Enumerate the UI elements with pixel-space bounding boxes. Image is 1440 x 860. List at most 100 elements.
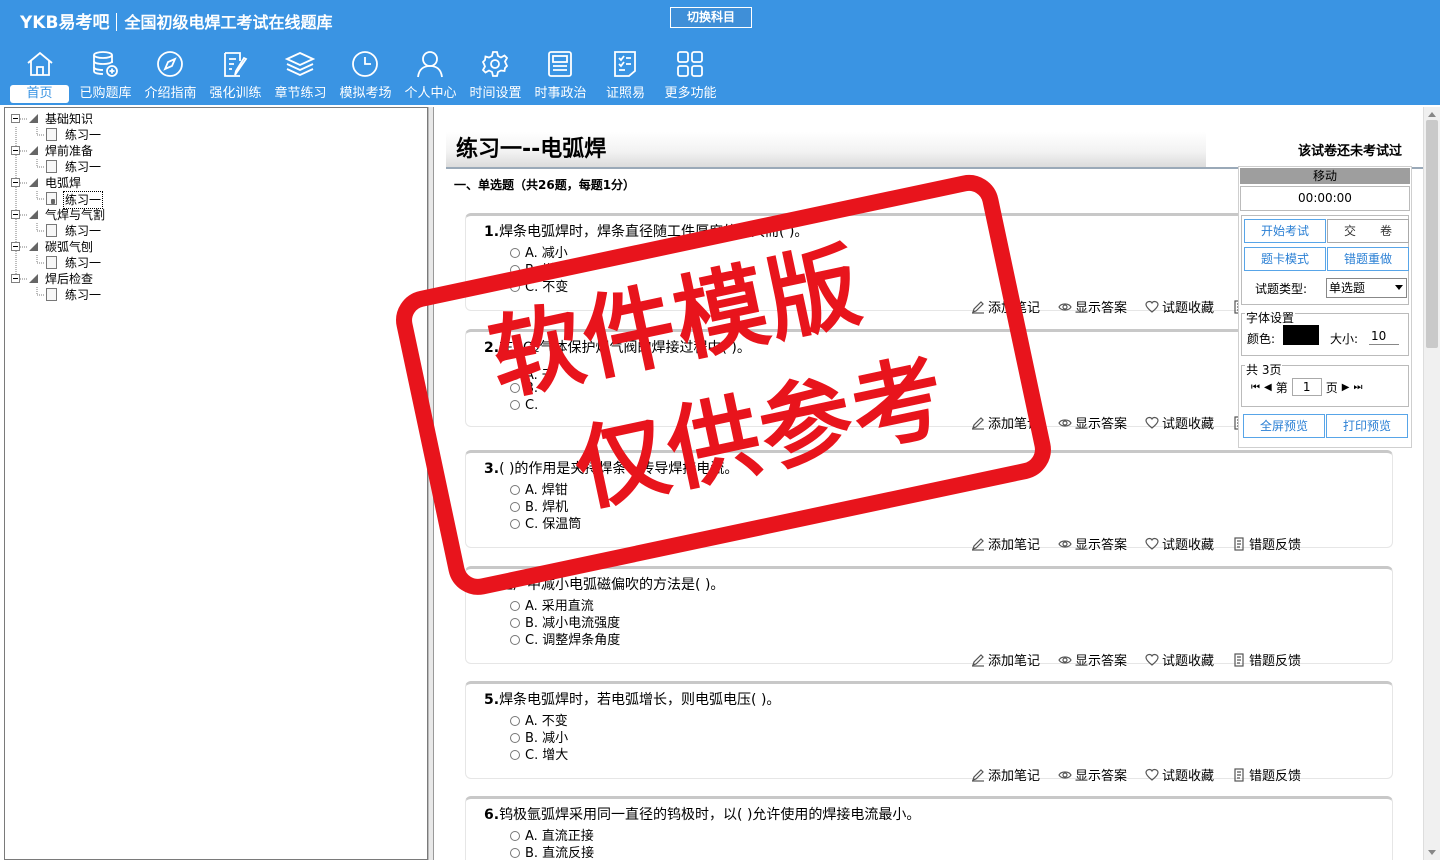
radio-button[interactable] bbox=[510, 519, 520, 529]
radio-button[interactable] bbox=[510, 601, 520, 611]
nav-chapter-practice[interactable]: 章节练习 bbox=[268, 46, 333, 102]
radio-button[interactable] bbox=[510, 716, 520, 726]
option-c[interactable]: C. 不变 bbox=[510, 276, 568, 295]
nav-guide[interactable]: 介绍指南 bbox=[138, 46, 203, 102]
tree-leaf[interactable]: 练习一 bbox=[5, 255, 125, 271]
radio-button[interactable] bbox=[510, 485, 520, 495]
redo-wrong-button[interactable]: 错题重做 bbox=[1327, 247, 1409, 271]
tree-node-gas-welding[interactable]: 气焊与气割 bbox=[5, 207, 125, 223]
favorite-button[interactable]: 试题收藏 bbox=[1145, 534, 1214, 553]
switch-subject-button[interactable]: 切换科目 bbox=[670, 7, 752, 28]
tree-node-post-inspection[interactable]: 焊后检查 bbox=[5, 271, 125, 287]
font-color-swatch[interactable] bbox=[1283, 325, 1319, 345]
option-b[interactable]: B. 直流反接 bbox=[510, 842, 594, 860]
nav-mock-exam[interactable]: 模拟考场 bbox=[333, 46, 398, 102]
nav-more[interactable]: 更多功能 bbox=[658, 46, 723, 102]
radio-button[interactable] bbox=[510, 265, 520, 275]
fullscreen-preview-button[interactable]: 全屏预览 bbox=[1243, 414, 1325, 438]
add-note-button[interactable]: 添加笔记 bbox=[971, 650, 1040, 669]
nav-license[interactable]: 证照易 bbox=[593, 46, 658, 102]
tree-leaf[interactable]: 练习一 bbox=[5, 223, 125, 239]
expand-icon[interactable] bbox=[11, 114, 20, 123]
radio-button[interactable] bbox=[510, 383, 520, 393]
show-answer-button[interactable]: 显示答案 bbox=[1058, 413, 1127, 432]
prev-page-icon[interactable]: ◀ bbox=[1264, 382, 1272, 393]
radio-button[interactable] bbox=[510, 733, 520, 743]
nav-purchased-banks[interactable]: 已购题库 bbox=[73, 46, 138, 102]
expand-icon[interactable] bbox=[11, 146, 20, 155]
scroll-up-icon[interactable] bbox=[1428, 112, 1436, 117]
add-note-button[interactable]: 添加笔记 bbox=[971, 534, 1040, 553]
option-c[interactable]: C. 保温筒 bbox=[510, 513, 581, 532]
option-text: 干 bbox=[541, 368, 555, 383]
add-note-button[interactable]: 添加笔记 bbox=[971, 413, 1040, 432]
favorite-button[interactable]: 试题收藏 bbox=[1145, 650, 1214, 669]
tree-leaf-label: 练习一 bbox=[65, 288, 102, 302]
radio-button[interactable] bbox=[510, 370, 520, 380]
nav-time-settings[interactable]: 时间设置 bbox=[463, 46, 528, 102]
radio-button[interactable] bbox=[510, 400, 520, 410]
edit-icon bbox=[224, 52, 248, 77]
exam-control-panel: 移动 00:00:00 开始考试 交 卷 题卡模式 错题重做 试题类型: 单选题… bbox=[1238, 166, 1412, 448]
feedback-button[interactable]: 错题反馈 bbox=[1232, 534, 1301, 553]
feedback-button[interactable]: 错题反馈 bbox=[1232, 650, 1301, 669]
tree-node-arc-welding[interactable]: 电弧焊 bbox=[5, 175, 125, 191]
option-b[interactable]: B. bbox=[510, 381, 542, 396]
print-preview-button[interactable]: 打印预览 bbox=[1326, 414, 1408, 438]
tree-leaf[interactable]: 练习一 bbox=[5, 287, 125, 303]
nav-current-affairs[interactable]: 时事政治 bbox=[528, 46, 593, 102]
show-answer-button[interactable]: 显示答案 bbox=[1058, 765, 1127, 784]
tree-leaf[interactable]: 练习一 bbox=[5, 127, 125, 143]
tree-leaf-selected[interactable]: 练习一 bbox=[5, 191, 125, 209]
add-note-button[interactable]: 添加笔记 bbox=[971, 765, 1040, 784]
question-type-select[interactable]: 单选题 bbox=[1326, 278, 1407, 298]
add-note-button[interactable]: 添加笔记 bbox=[971, 297, 1040, 316]
radio-button[interactable] bbox=[510, 248, 520, 258]
radio-button[interactable] bbox=[510, 831, 520, 841]
nav-home[interactable]: 首页 bbox=[8, 46, 73, 103]
option-c[interactable]: C. 增大 bbox=[510, 744, 568, 763]
tree-node-label: 基础知识 bbox=[45, 112, 94, 126]
expand-icon[interactable] bbox=[11, 210, 20, 219]
last-page-icon[interactable]: ⏭ bbox=[1353, 382, 1362, 393]
tree-node-carbon-arc[interactable]: 碳弧气刨 bbox=[5, 239, 125, 255]
font-size-input[interactable] bbox=[1369, 327, 1399, 345]
favorite-button[interactable]: 试题收藏 bbox=[1145, 297, 1214, 316]
question-number: 3. bbox=[484, 461, 500, 477]
expand-icon[interactable] bbox=[11, 242, 20, 251]
option-c[interactable]: C. 调整焊条角度 bbox=[510, 629, 620, 648]
nav-intensive-training[interactable]: 强化训练 bbox=[203, 46, 268, 102]
radio-button[interactable] bbox=[510, 848, 520, 858]
expand-icon[interactable] bbox=[11, 178, 20, 187]
scroll-thumb[interactable] bbox=[1426, 120, 1438, 348]
page-number-input[interactable] bbox=[1291, 378, 1322, 396]
radio-button[interactable] bbox=[510, 750, 520, 760]
expand-icon[interactable] bbox=[11, 274, 20, 283]
chapter-tree: 基础知识 练习一 焊前准备 练习一 电弧焊 练习一 气焊与气割 练习一 碳弧气刨 bbox=[4, 107, 428, 860]
start-exam-button[interactable]: 开始考试 bbox=[1244, 219, 1326, 243]
nav-label: 首页 bbox=[10, 85, 69, 103]
card-mode-button[interactable]: 题卡模式 bbox=[1244, 247, 1326, 271]
favorite-button[interactable]: 试题收藏 bbox=[1145, 765, 1214, 784]
submit-paper-button[interactable]: 交 卷 bbox=[1327, 219, 1409, 243]
radio-button[interactable] bbox=[510, 618, 520, 628]
feedback-button[interactable]: 错题反馈 bbox=[1232, 765, 1301, 784]
tree-node-preparation[interactable]: 焊前准备 bbox=[5, 143, 125, 159]
show-answer-button[interactable]: 显示答案 bbox=[1058, 297, 1127, 316]
move-handle[interactable]: 移动 bbox=[1240, 168, 1410, 184]
radio-button[interactable] bbox=[510, 282, 520, 292]
radio-button[interactable] bbox=[510, 502, 520, 512]
nav-personal-center[interactable]: 个人中心 bbox=[398, 46, 463, 102]
next-page-icon[interactable]: ▶ bbox=[1342, 382, 1350, 393]
first-page-icon[interactable]: ⏮ bbox=[1251, 382, 1260, 393]
favorite-button[interactable]: 试题收藏 bbox=[1145, 413, 1214, 432]
show-answer-button[interactable]: 显示答案 bbox=[1058, 534, 1127, 553]
vertical-scrollbar[interactable] bbox=[1423, 107, 1440, 860]
radio-button[interactable] bbox=[510, 635, 520, 645]
option-c[interactable]: C. bbox=[510, 398, 542, 413]
brand-separator bbox=[116, 13, 118, 31]
tree-node-basics[interactable]: 基础知识 bbox=[5, 111, 125, 127]
tree-leaf[interactable]: 练习一 bbox=[5, 159, 125, 175]
show-answer-button[interactable]: 显示答案 bbox=[1058, 650, 1127, 669]
scroll-down-icon[interactable] bbox=[1428, 850, 1436, 855]
